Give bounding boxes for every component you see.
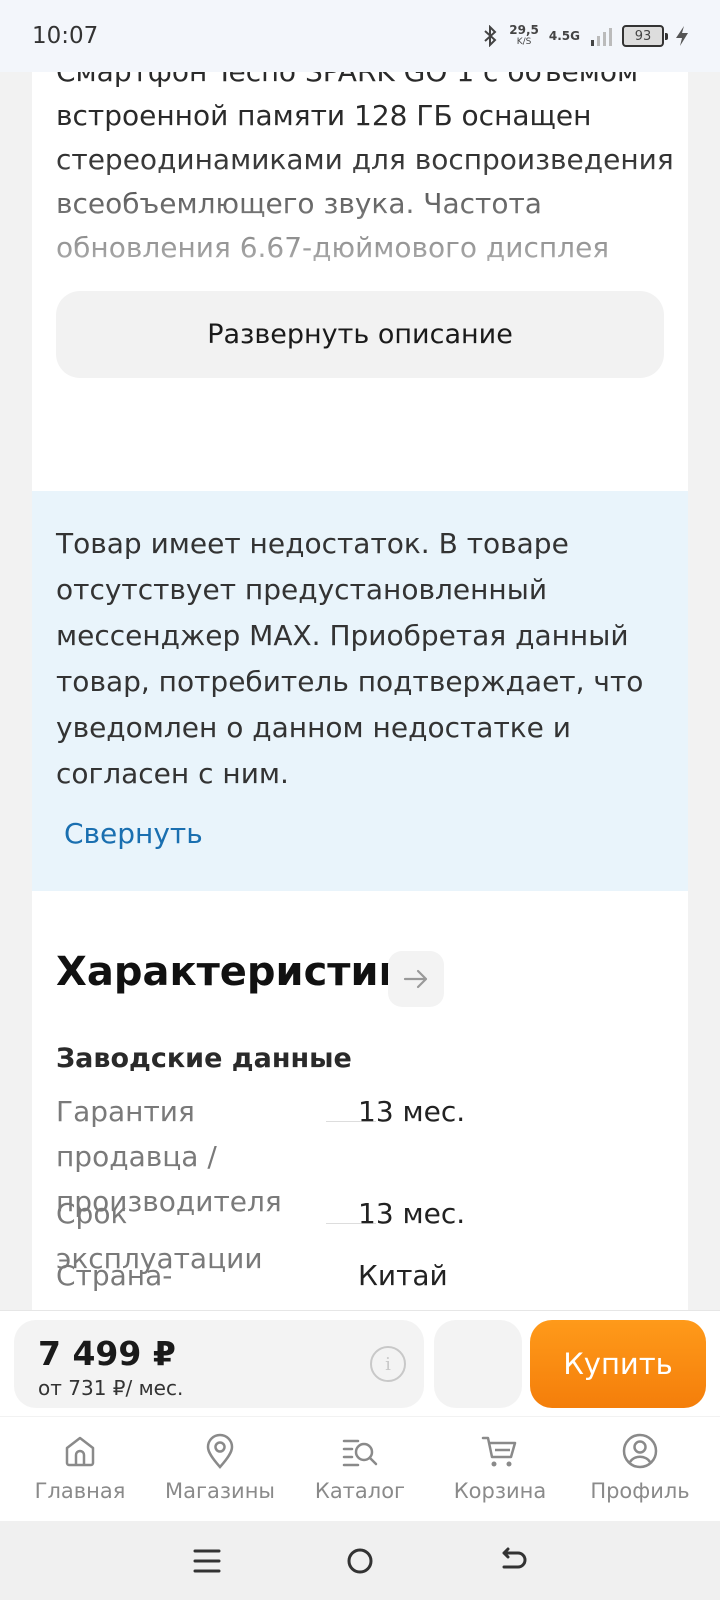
description-text: Смартфон Tecno SPARK GO 1 с объемом встр… [56, 55, 674, 264]
spec-row: Гарантия продавца / производителя 13 мес… [56, 1089, 676, 1218]
price: 7 499 ₽ [38, 1334, 176, 1373]
system-nav-bar [0, 1521, 720, 1600]
tab-profile[interactable]: Профиль [570, 1417, 710, 1521]
specs-title: Характеристики [56, 949, 434, 995]
buy-bar: 7 499 ₽ от 731 ₽/ мес. i Купить [0, 1310, 720, 1416]
bottom-tab-bar: Главная Магазины Каталог Корзина Профиль [0, 1417, 720, 1521]
tab-label: Корзина [453, 1479, 547, 1503]
charging-icon [676, 26, 688, 46]
home-circle-icon[interactable] [343, 1544, 377, 1578]
collapse-link[interactable]: Свернуть [64, 817, 203, 850]
spec-row: Срок эксплуатации 13 мес. [56, 1191, 676, 1275]
tab-stores[interactable]: Магазины [150, 1417, 290, 1521]
cart-icon [481, 1436, 517, 1467]
tab-cart[interactable]: Корзина [430, 1417, 570, 1521]
status-icons: 29,5 K/S 4.5G 93 [481, 24, 690, 48]
page-content: Смартфон Tecno SPARK GO 1 с объемом встр… [32, 0, 688, 1310]
menu-icon[interactable] [190, 1544, 224, 1578]
bluetooth-icon [484, 25, 497, 47]
info-icon[interactable]: i [370, 1346, 406, 1382]
tab-label: Магазины [164, 1479, 275, 1503]
expand-description-button[interactable]: Развернуть описание [56, 291, 664, 378]
status-time: 10:07 [32, 23, 99, 49]
battery-icon: 93 [622, 25, 668, 47]
specs-section: Характеристики Заводские данные Гарантия… [32, 891, 688, 1310]
location-pin-icon [206, 1433, 234, 1469]
tab-label: Главная [34, 1479, 126, 1503]
signal-icon [591, 28, 612, 46]
net-speed: 29,5 K/S [509, 24, 539, 48]
home-icon [65, 1436, 95, 1467]
tab-catalog[interactable]: Каталог [290, 1417, 430, 1521]
catalog-search-icon [342, 1439, 378, 1467]
spec-key: Страна- [56, 1259, 173, 1292]
price-box[interactable]: 7 499 ₽ от 731 ₽/ мес. i [14, 1320, 424, 1408]
spec-value: 13 мес. [358, 1197, 466, 1230]
status-bar: 10:07 29,5 K/S 4.5G 93 [0, 0, 720, 72]
arrow-right-icon [403, 969, 428, 989]
profile-icon [622, 1433, 658, 1469]
specs-arrow-button[interactable] [388, 951, 444, 1007]
defect-notice: Товар имеет недостаток. В товаре отсутст… [32, 491, 688, 891]
tab-home[interactable]: Главная [10, 1417, 150, 1521]
tab-label: Профиль [590, 1479, 690, 1503]
installment-price: от 731 ₽/ мес. [38, 1376, 184, 1400]
tab-label: Каталог [314, 1479, 406, 1503]
buy-button[interactable]: Купить [530, 1320, 706, 1408]
net-speed-value: 29,5 [509, 23, 539, 37]
spec-value: 13 мес. [358, 1095, 466, 1128]
specs-subtitle: Заводские данные [56, 1043, 352, 1074]
spec-row: Страна- Китай [56, 1253, 676, 1298]
net-speed-unit: K/S [516, 37, 532, 47]
network-type: 4.5G [548, 29, 580, 43]
secondary-action-button[interactable] [434, 1320, 522, 1408]
description-card: Смартфон Tecno SPARK GO 1 с объемом встр… [32, 0, 688, 491]
spec-value: Китай [358, 1259, 448, 1292]
notice-text: Товар имеет недостаток. В товаре отсутст… [56, 527, 644, 790]
battery-level: 93 [634, 28, 652, 44]
back-icon[interactable] [496, 1544, 530, 1578]
